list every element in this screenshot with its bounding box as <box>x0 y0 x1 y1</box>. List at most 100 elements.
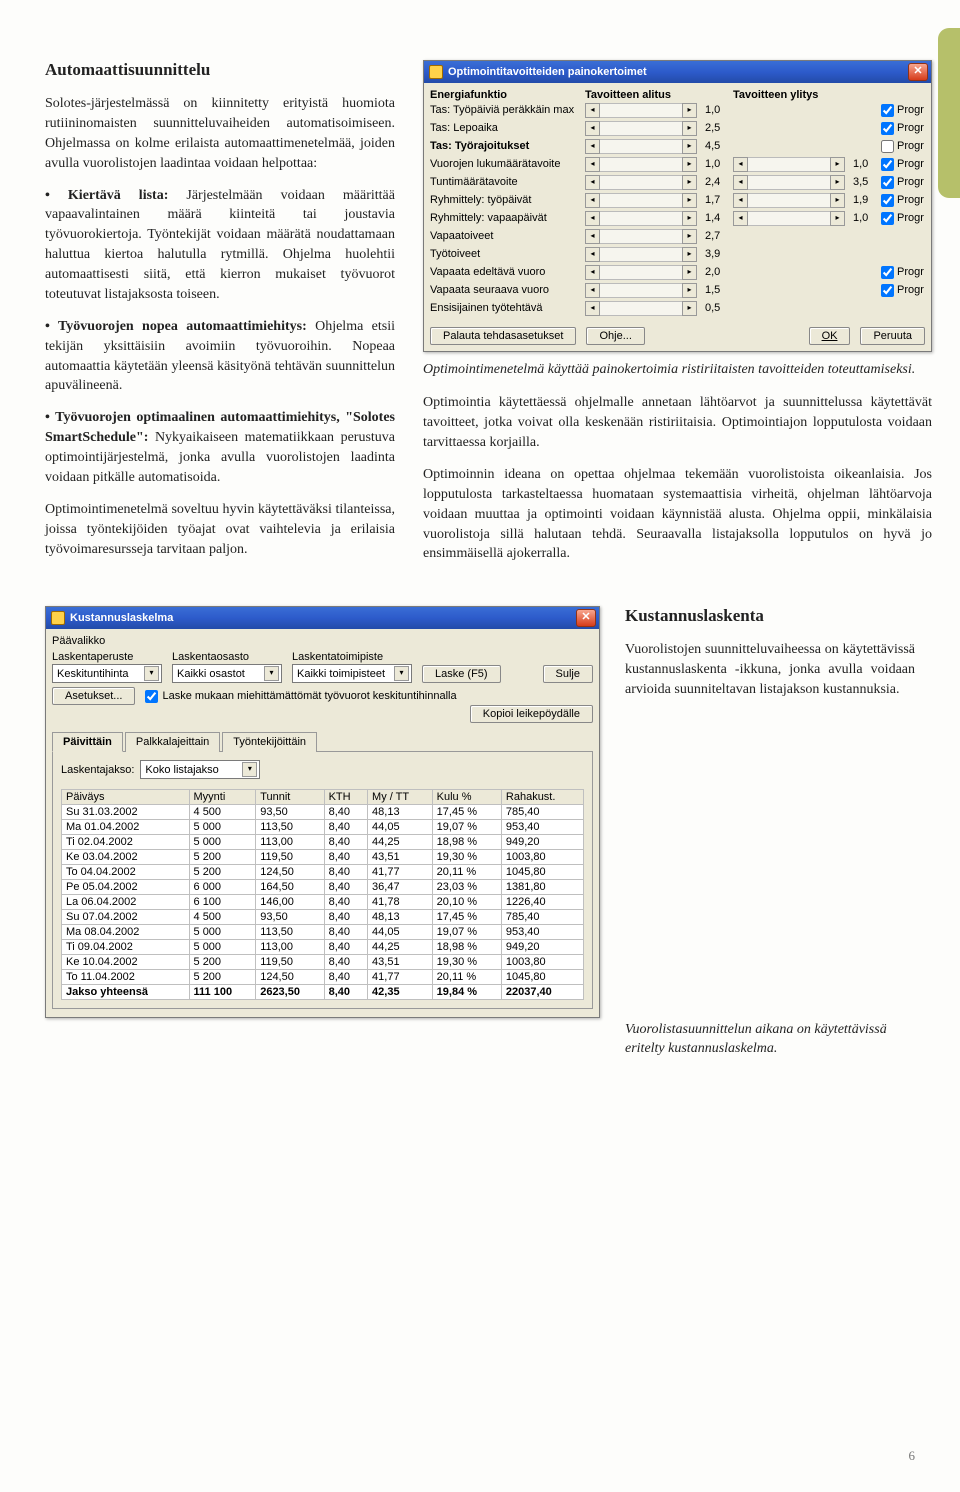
include-unmanned-checkbox[interactable] <box>145 690 158 703</box>
arrow-left-icon[interactable]: ◂ <box>585 175 600 190</box>
arrow-left-icon[interactable]: ◂ <box>585 157 600 172</box>
arrow-right-icon[interactable]: ▸ <box>682 265 697 280</box>
value-slider[interactable]: ◂▸ <box>585 121 697 136</box>
slider-track[interactable] <box>600 121 682 136</box>
arrow-right-icon[interactable]: ▸ <box>682 157 697 172</box>
arrow-right-icon[interactable]: ▸ <box>682 247 697 262</box>
opt-value: 1,0 <box>705 104 733 116</box>
reset-defaults-button[interactable]: Palauta tehdasasetukset <box>430 327 576 345</box>
arrow-right-icon[interactable]: ▸ <box>682 103 697 118</box>
value-slider[interactable]: ◂▸ <box>585 301 697 316</box>
value-slider[interactable]: ◂▸ <box>585 193 697 208</box>
tab-employees[interactable]: Työntekijöittäin <box>222 732 317 752</box>
table-cell: 43,51 <box>368 850 433 865</box>
value-slider[interactable]: ◂▸ <box>585 103 697 118</box>
slider-track[interactable] <box>600 193 682 208</box>
progr-checkbox[interactable] <box>881 176 894 189</box>
chevron-down-icon[interactable]: ▾ <box>144 666 159 681</box>
calc-basis-combo[interactable]: Keskituntihinta ▾ <box>52 664 162 683</box>
close-icon[interactable]: ✕ <box>908 63 928 81</box>
value-slider[interactable]: ◂▸ <box>733 157 845 172</box>
help-button[interactable]: Ohje... <box>586 327 644 345</box>
arrow-right-icon[interactable]: ▸ <box>830 175 845 190</box>
arrow-left-icon[interactable]: ◂ <box>585 193 600 208</box>
value-slider[interactable]: ◂▸ <box>585 265 697 280</box>
arrow-left-icon[interactable]: ◂ <box>585 139 600 154</box>
arrow-left-icon[interactable]: ◂ <box>733 175 748 190</box>
progr-checkbox[interactable] <box>881 194 894 207</box>
value-slider[interactable]: ◂▸ <box>733 193 845 208</box>
copy-clipboard-button[interactable]: Kopioi leikepöydälle <box>470 705 593 723</box>
progr-checkbox[interactable] <box>881 266 894 279</box>
tab-daily[interactable]: Päivittäin <box>52 732 123 752</box>
opt-titlebar[interactable]: Optimointitavoitteiden painokertoimet ✕ <box>424 61 931 83</box>
progr-checkbox[interactable] <box>881 212 894 225</box>
value-slider[interactable]: ◂▸ <box>585 283 697 298</box>
arrow-right-icon[interactable]: ▸ <box>830 211 845 226</box>
slider-track[interactable] <box>748 193 830 208</box>
value-slider[interactable]: ◂▸ <box>585 157 697 172</box>
arrow-right-icon[interactable]: ▸ <box>682 193 697 208</box>
slider-track[interactable] <box>600 283 682 298</box>
arrow-left-icon[interactable]: ◂ <box>585 211 600 226</box>
value-slider[interactable]: ◂▸ <box>733 211 845 226</box>
arrow-left-icon[interactable]: ◂ <box>585 283 600 298</box>
calc-period-combo[interactable]: Koko listajakso ▾ <box>140 760 260 779</box>
slider-track[interactable] <box>748 157 830 172</box>
arrow-right-icon[interactable]: ▸ <box>682 175 697 190</box>
progr-checkbox[interactable] <box>881 284 894 297</box>
arrow-left-icon[interactable]: ◂ <box>733 157 748 172</box>
value-slider[interactable]: ◂▸ <box>585 229 697 244</box>
arrow-right-icon[interactable]: ▸ <box>830 157 845 172</box>
value-slider[interactable]: ◂▸ <box>585 247 697 262</box>
value-slider[interactable]: ◂▸ <box>585 211 697 226</box>
arrow-left-icon[interactable]: ◂ <box>585 121 600 136</box>
arrow-right-icon[interactable]: ▸ <box>830 193 845 208</box>
slider-track[interactable] <box>600 211 682 226</box>
slider-track[interactable] <box>600 139 682 154</box>
progr-checkbox[interactable] <box>881 158 894 171</box>
chevron-down-icon[interactable]: ▾ <box>264 666 279 681</box>
close-button[interactable]: Sulje <box>543 665 593 683</box>
main-menu-label[interactable]: Päävalikko <box>52 633 593 651</box>
tab-paytypes[interactable]: Palkkalajeittain <box>125 732 220 752</box>
arrow-left-icon[interactable]: ◂ <box>733 193 748 208</box>
arrow-left-icon[interactable]: ◂ <box>733 211 748 226</box>
progr-checkbox[interactable] <box>881 122 894 135</box>
slider-track[interactable] <box>600 157 682 172</box>
arrow-right-icon[interactable]: ▸ <box>682 211 697 226</box>
slider-track[interactable] <box>600 103 682 118</box>
arrow-right-icon[interactable]: ▸ <box>682 229 697 244</box>
slider-track[interactable] <box>748 211 830 226</box>
arrow-left-icon[interactable]: ◂ <box>585 301 600 316</box>
calculate-button[interactable]: Laske (F5) <box>422 665 501 683</box>
chevron-down-icon[interactable]: ▾ <box>242 762 257 777</box>
arrow-left-icon[interactable]: ◂ <box>585 265 600 280</box>
calc-office-combo[interactable]: Kaikki toimipisteet ▾ <box>292 664 412 683</box>
settings-button[interactable]: Asetukset... <box>52 687 135 705</box>
close-icon[interactable]: ✕ <box>576 609 596 627</box>
calc-dept-combo[interactable]: Kaikki osastot ▾ <box>172 664 282 683</box>
value-slider[interactable]: ◂▸ <box>733 175 845 190</box>
ok-button[interactable]: OK <box>809 327 851 345</box>
arrow-left-icon[interactable]: ◂ <box>585 247 600 262</box>
slider-track[interactable] <box>600 265 682 280</box>
arrow-right-icon[interactable]: ▸ <box>682 139 697 154</box>
cancel-button[interactable]: Peruuta <box>860 327 925 345</box>
arrow-left-icon[interactable]: ◂ <box>585 229 600 244</box>
value-slider[interactable]: ◂▸ <box>585 139 697 154</box>
value-slider[interactable]: ◂▸ <box>585 175 697 190</box>
slider-track[interactable] <box>600 175 682 190</box>
arrow-right-icon[interactable]: ▸ <box>682 283 697 298</box>
progr-checkbox[interactable] <box>881 140 894 153</box>
slider-track[interactable] <box>748 175 830 190</box>
arrow-right-icon[interactable]: ▸ <box>682 121 697 136</box>
cost-titlebar[interactable]: Kustannuslaskelma ✕ <box>46 607 599 629</box>
arrow-left-icon[interactable]: ◂ <box>585 103 600 118</box>
slider-track[interactable] <box>600 229 682 244</box>
arrow-right-icon[interactable]: ▸ <box>682 301 697 316</box>
progr-checkbox[interactable] <box>881 104 894 117</box>
chevron-down-icon[interactable]: ▾ <box>394 666 409 681</box>
slider-track[interactable] <box>600 301 682 316</box>
slider-track[interactable] <box>600 247 682 262</box>
